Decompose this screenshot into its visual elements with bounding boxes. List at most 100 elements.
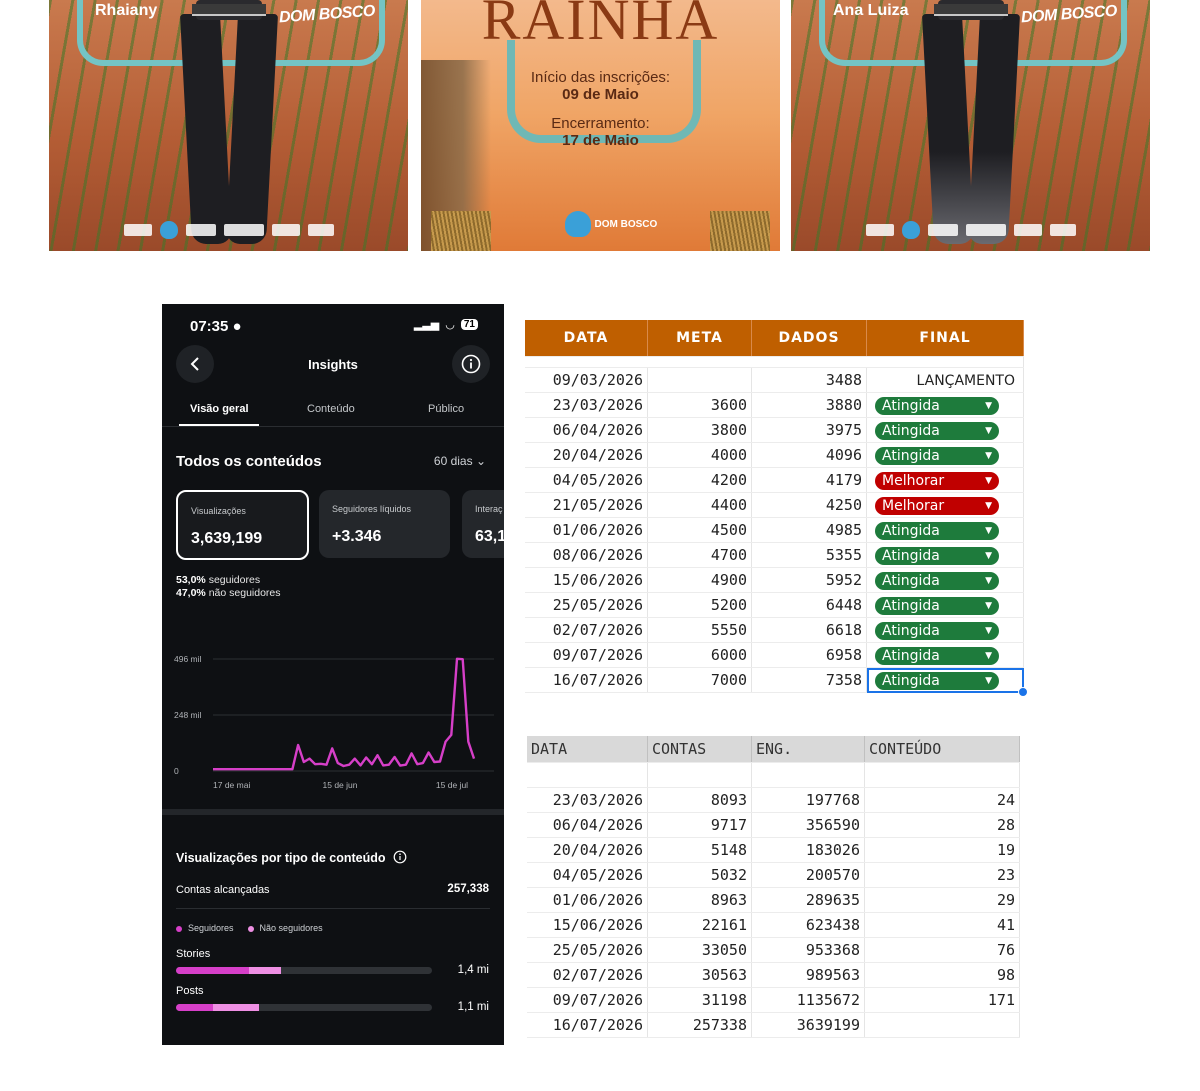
- cell-final[interactable]: Atingida ▼: [866, 642, 1024, 668]
- cell-contas[interactable]: 33050: [647, 937, 752, 963]
- cell-dados[interactable]: 5355: [751, 542, 867, 568]
- cell-data[interactable]: 20/04/2026: [527, 837, 648, 863]
- cell-eng[interactable]: 197768: [751, 787, 865, 813]
- cell-data[interactable]: 02/07/2026: [525, 617, 648, 643]
- cell-final[interactable]: Atingida ▼: [866, 567, 1024, 593]
- cell-data[interactable]: 02/07/2026: [527, 962, 648, 988]
- cell-meta[interactable]: 4000: [647, 442, 752, 468]
- cell-contas[interactable]: 9717: [647, 812, 752, 838]
- tab-overview[interactable]: Visão geral: [190, 403, 249, 415]
- cell-eng[interactable]: 953368: [751, 937, 865, 963]
- cell-contas[interactable]: 8093: [647, 787, 752, 813]
- status-dropdown[interactable]: Atingida ▼: [875, 671, 999, 690]
- cell-contas[interactable]: 31198: [647, 987, 752, 1013]
- cell-conteudo[interactable]: 41: [864, 912, 1020, 938]
- cell-final[interactable]: LANÇAMENTO: [866, 367, 1024, 393]
- info-icon[interactable]: [393, 850, 407, 864]
- metric-card-interactions[interactable]: Interaç 63,1: [462, 490, 504, 558]
- cell-data[interactable]: 16/07/2026: [527, 1012, 648, 1038]
- cell-meta[interactable]: 4200: [647, 467, 752, 493]
- cell-final[interactable]: Atingida ▼: [866, 442, 1024, 468]
- status-dropdown[interactable]: Atingida ▼: [875, 621, 999, 640]
- col-header-conteudo[interactable]: CONTEÚDO: [864, 736, 1020, 763]
- status-dropdown[interactable]: Melhorar ▼: [875, 471, 999, 490]
- col-header-dados[interactable]: DADOS: [751, 320, 867, 357]
- status-dropdown[interactable]: Atingida ▼: [875, 446, 999, 465]
- cell-conteudo[interactable]: [864, 1012, 1020, 1038]
- cell-conteudo[interactable]: 76: [864, 937, 1020, 963]
- cell-data[interactable]: 04/05/2026: [525, 467, 648, 493]
- cell-data[interactable]: 21/05/2026: [525, 492, 648, 518]
- cell-data[interactable]: 15/06/2026: [527, 912, 648, 938]
- cell-data[interactable]: 25/05/2026: [527, 937, 648, 963]
- cell-final[interactable]: Atingida ▼: [866, 517, 1024, 543]
- fill-handle[interactable]: [1018, 687, 1028, 697]
- tab-audience[interactable]: Público: [428, 403, 464, 415]
- cell-meta[interactable]: [647, 367, 752, 393]
- cell-dados[interactable]: 5952: [751, 567, 867, 593]
- cell-data[interactable]: 23/03/2026: [525, 392, 648, 418]
- cell-meta[interactable]: 3600: [647, 392, 752, 418]
- status-dropdown[interactable]: Atingida ▼: [875, 521, 999, 540]
- cell-dados[interactable]: 4250: [751, 492, 867, 518]
- cell-meta[interactable]: 3800: [647, 417, 752, 443]
- cell-final[interactable]: Atingida ▼: [866, 667, 1028, 697]
- status-dropdown[interactable]: Atingida ▼: [875, 421, 999, 440]
- cell-data[interactable]: 09/03/2026: [525, 367, 648, 393]
- cell-dados[interactable]: 4985: [751, 517, 867, 543]
- cell-data[interactable]: 23/03/2026: [527, 787, 648, 813]
- col-header-data[interactable]: DATA: [527, 736, 648, 763]
- cell-final[interactable]: Atingida ▼: [866, 417, 1024, 443]
- info-button[interactable]: [452, 345, 490, 383]
- cell-eng[interactable]: 183026: [751, 837, 865, 863]
- cell-final[interactable]: Atingida ▼: [866, 542, 1024, 568]
- metric-card-followers[interactable]: Seguidores líquidos +3.346: [319, 490, 450, 558]
- cell-data[interactable]: 25/05/2026: [525, 592, 648, 618]
- cell-meta[interactable]: 4400: [647, 492, 752, 518]
- cell-conteudo[interactable]: 171: [864, 987, 1020, 1013]
- cell-data[interactable]: 08/06/2026: [525, 542, 648, 568]
- col-header-final[interactable]: FINAL: [866, 320, 1024, 357]
- status-dropdown[interactable]: Atingida ▼: [875, 396, 999, 415]
- cell-dados[interactable]: 4096: [751, 442, 867, 468]
- status-dropdown[interactable]: Atingida ▼: [875, 546, 999, 565]
- col-header-contas[interactable]: CONTAS: [647, 736, 752, 763]
- cell-dados[interactable]: 7358: [751, 667, 867, 693]
- cell-dados[interactable]: 6618: [751, 617, 867, 643]
- cell-dados[interactable]: 3488: [751, 367, 867, 393]
- cell-meta[interactable]: 4900: [647, 567, 752, 593]
- cell-eng[interactable]: 1135672: [751, 987, 865, 1013]
- cell-conteudo[interactable]: 98: [864, 962, 1020, 988]
- cell-data[interactable]: 01/06/2026: [525, 517, 648, 543]
- cell-conteudo[interactable]: 24: [864, 787, 1020, 813]
- cell-conteudo[interactable]: 23: [864, 862, 1020, 888]
- cell-dados[interactable]: 3975: [751, 417, 867, 443]
- tab-content[interactable]: Conteúdo: [307, 403, 355, 415]
- cell-eng[interactable]: 289635: [751, 887, 865, 913]
- cell-data[interactable]: 04/05/2026: [527, 862, 648, 888]
- cell-contas[interactable]: 8963: [647, 887, 752, 913]
- cell-meta[interactable]: 4700: [647, 542, 752, 568]
- cell-contas[interactable]: 22161: [647, 912, 752, 938]
- status-dropdown[interactable]: Atingida ▼: [875, 646, 999, 665]
- cell-final[interactable]: Melhorar ▼: [866, 492, 1024, 518]
- cell-eng[interactable]: 200570: [751, 862, 865, 888]
- cell-contas[interactable]: 30563: [647, 962, 752, 988]
- cell-meta[interactable]: 6000: [647, 642, 752, 668]
- cell-eng[interactable]: 3639199: [751, 1012, 865, 1038]
- cell-meta[interactable]: 7000: [647, 667, 752, 693]
- cell-data[interactable]: 09/07/2026: [527, 987, 648, 1013]
- period-selector[interactable]: 60 dias ⌄: [434, 454, 486, 468]
- cell-meta[interactable]: 5200: [647, 592, 752, 618]
- cell-data[interactable]: 20/04/2026: [525, 442, 648, 468]
- cell-data[interactable]: 15/06/2026: [525, 567, 648, 593]
- col-header-data[interactable]: DATA: [525, 320, 648, 357]
- status-dropdown[interactable]: Atingida ▼: [875, 571, 999, 590]
- cell-contas[interactable]: 5032: [647, 862, 752, 888]
- cell-meta[interactable]: 5550: [647, 617, 752, 643]
- cell-conteudo[interactable]: 28: [864, 812, 1020, 838]
- cell-dados[interactable]: 4179: [751, 467, 867, 493]
- cell-final[interactable]: Melhorar ▼: [866, 467, 1024, 493]
- cell-dados[interactable]: 6448: [751, 592, 867, 618]
- cell-data[interactable]: 01/06/2026: [527, 887, 648, 913]
